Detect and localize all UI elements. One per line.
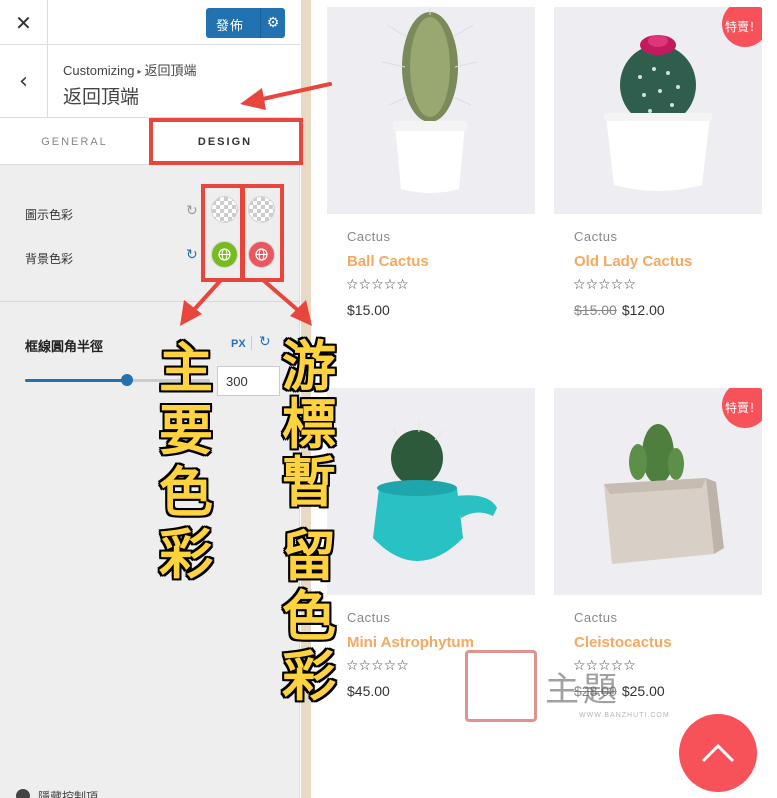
annotation-char: 主 [159, 337, 213, 400]
gear-icon[interactable]: ⚙ [260, 8, 285, 38]
customizer-sidebar: ✕ 發佈 ⚙ ‹ Customizing ▸ 返回頂端 返回頂端 GENERAL D… [0, 0, 300, 798]
price: $15.00 [347, 302, 390, 318]
bg-color-hover-swatch[interactable] [248, 241, 275, 268]
reset-icon[interactable]: ↻ [186, 203, 198, 219]
globe-icon [218, 248, 231, 261]
annotation-char: 標 [282, 393, 336, 456]
annotation-char: 暫 [282, 451, 336, 514]
old-price: $15.00 [574, 302, 617, 318]
annotation-char: 色 [282, 585, 336, 648]
publish-button[interactable]: 發佈 ⚙ [206, 8, 285, 38]
border-radius-label: 框線圓角半徑 [25, 339, 104, 354]
product-category[interactable]: Cactus [347, 229, 390, 244]
slider-handle[interactable] [120, 374, 133, 386]
product-image[interactable] [327, 7, 535, 214]
price: $12.00 [621, 302, 665, 318]
annotation-char: 色 [159, 461, 213, 524]
product-price: $45.00 [347, 683, 390, 699]
section-header: ‹ Customizing ▸ 返回頂端 返回頂端 [0, 45, 300, 118]
watermark-seal [465, 650, 537, 722]
tab-bar: GENERAL DESIGN [0, 118, 300, 165]
price: $45.00 [347, 683, 390, 699]
hide-controls-label: 隱藏控制項 [38, 790, 99, 798]
breadcrumb-arrow-icon: ▸ [137, 67, 142, 76]
divider [0, 301, 300, 302]
product-category[interactable]: Cactus [347, 610, 390, 625]
icon-color-primary-swatch[interactable] [211, 196, 238, 223]
watermark-url: WWW.BANZHUTI.COM [579, 712, 670, 719]
tab-design[interactable]: DESIGN [150, 118, 300, 165]
annotation-char: 彩 [159, 523, 213, 586]
product-image[interactable]: 特賣！ [554, 388, 762, 595]
bg-color-label: 背景色彩 [25, 252, 74, 266]
product-image[interactable]: 特賣！ [554, 7, 762, 214]
tab-general[interactable]: GENERAL [0, 118, 150, 165]
divider [251, 336, 252, 350]
product-category[interactable]: Cactus [574, 610, 617, 625]
icon-color-label: 圖示色彩 [25, 208, 74, 222]
product-title[interactable]: Old Lady Cactus [574, 253, 692, 270]
close-icon[interactable]: ✕ [0, 0, 48, 45]
collapse-icon [16, 789, 30, 798]
watermark: 主題 WWW.BANZHUTI.COM [465, 650, 695, 730]
product-price: $15.00 [347, 302, 390, 318]
bg-color-primary-swatch[interactable] [211, 241, 238, 268]
annotation-char: 游 [282, 335, 336, 398]
reset-icon[interactable]: ↻ [259, 334, 271, 350]
product-title[interactable]: Mini Astrophytum [347, 634, 474, 651]
reset-icon[interactable]: ↻ [186, 247, 198, 263]
publish-label: 發佈 [216, 18, 245, 33]
product-image[interactable] [327, 388, 535, 595]
rating-stars: ☆☆☆☆☆ [573, 277, 636, 293]
breadcrumb-root: Customizing [63, 63, 135, 78]
cactus-image [381, 7, 478, 193]
chevron-up-icon [701, 743, 735, 763]
annotation-char: 留 [282, 525, 336, 588]
product-title[interactable]: Ball Cactus [347, 253, 429, 270]
breadcrumb-current: 返回頂端 [144, 63, 197, 78]
hide-controls-button[interactable]: 隱藏控制項 [16, 788, 98, 798]
cactus-image [373, 420, 497, 561]
customizer-header: ✕ 發佈 ⚙ [0, 0, 300, 45]
rating-stars: ☆☆☆☆☆ [346, 658, 409, 674]
annotation-char: 要 [159, 399, 213, 462]
product-category[interactable]: Cactus [574, 229, 617, 244]
product-title[interactable]: Cleistocactus [574, 634, 672, 651]
globe-icon [255, 248, 268, 261]
border-radius-input[interactable]: 300 [217, 366, 280, 396]
slider-fill [25, 379, 127, 382]
icon-color-hover-swatch[interactable] [248, 196, 275, 223]
section-title: 返回頂端 [63, 87, 140, 108]
rating-stars: ☆☆☆☆☆ [346, 277, 409, 293]
site-preview: Cactus Ball Cactus ☆☆☆☆☆ $15.00 特賣！ Cact… [311, 0, 777, 798]
watermark-text: 主題 [545, 670, 621, 710]
chevron-left-icon[interactable]: ‹ [0, 45, 48, 118]
unit-toggle[interactable]: PX [231, 338, 246, 350]
breadcrumb: Customizing ▸ 返回頂端 [63, 60, 197, 79]
scroll-to-top-button[interactable] [679, 714, 757, 792]
annotation-char: 彩 [282, 645, 336, 708]
product-price: $15.00 $12.00 [574, 302, 665, 318]
